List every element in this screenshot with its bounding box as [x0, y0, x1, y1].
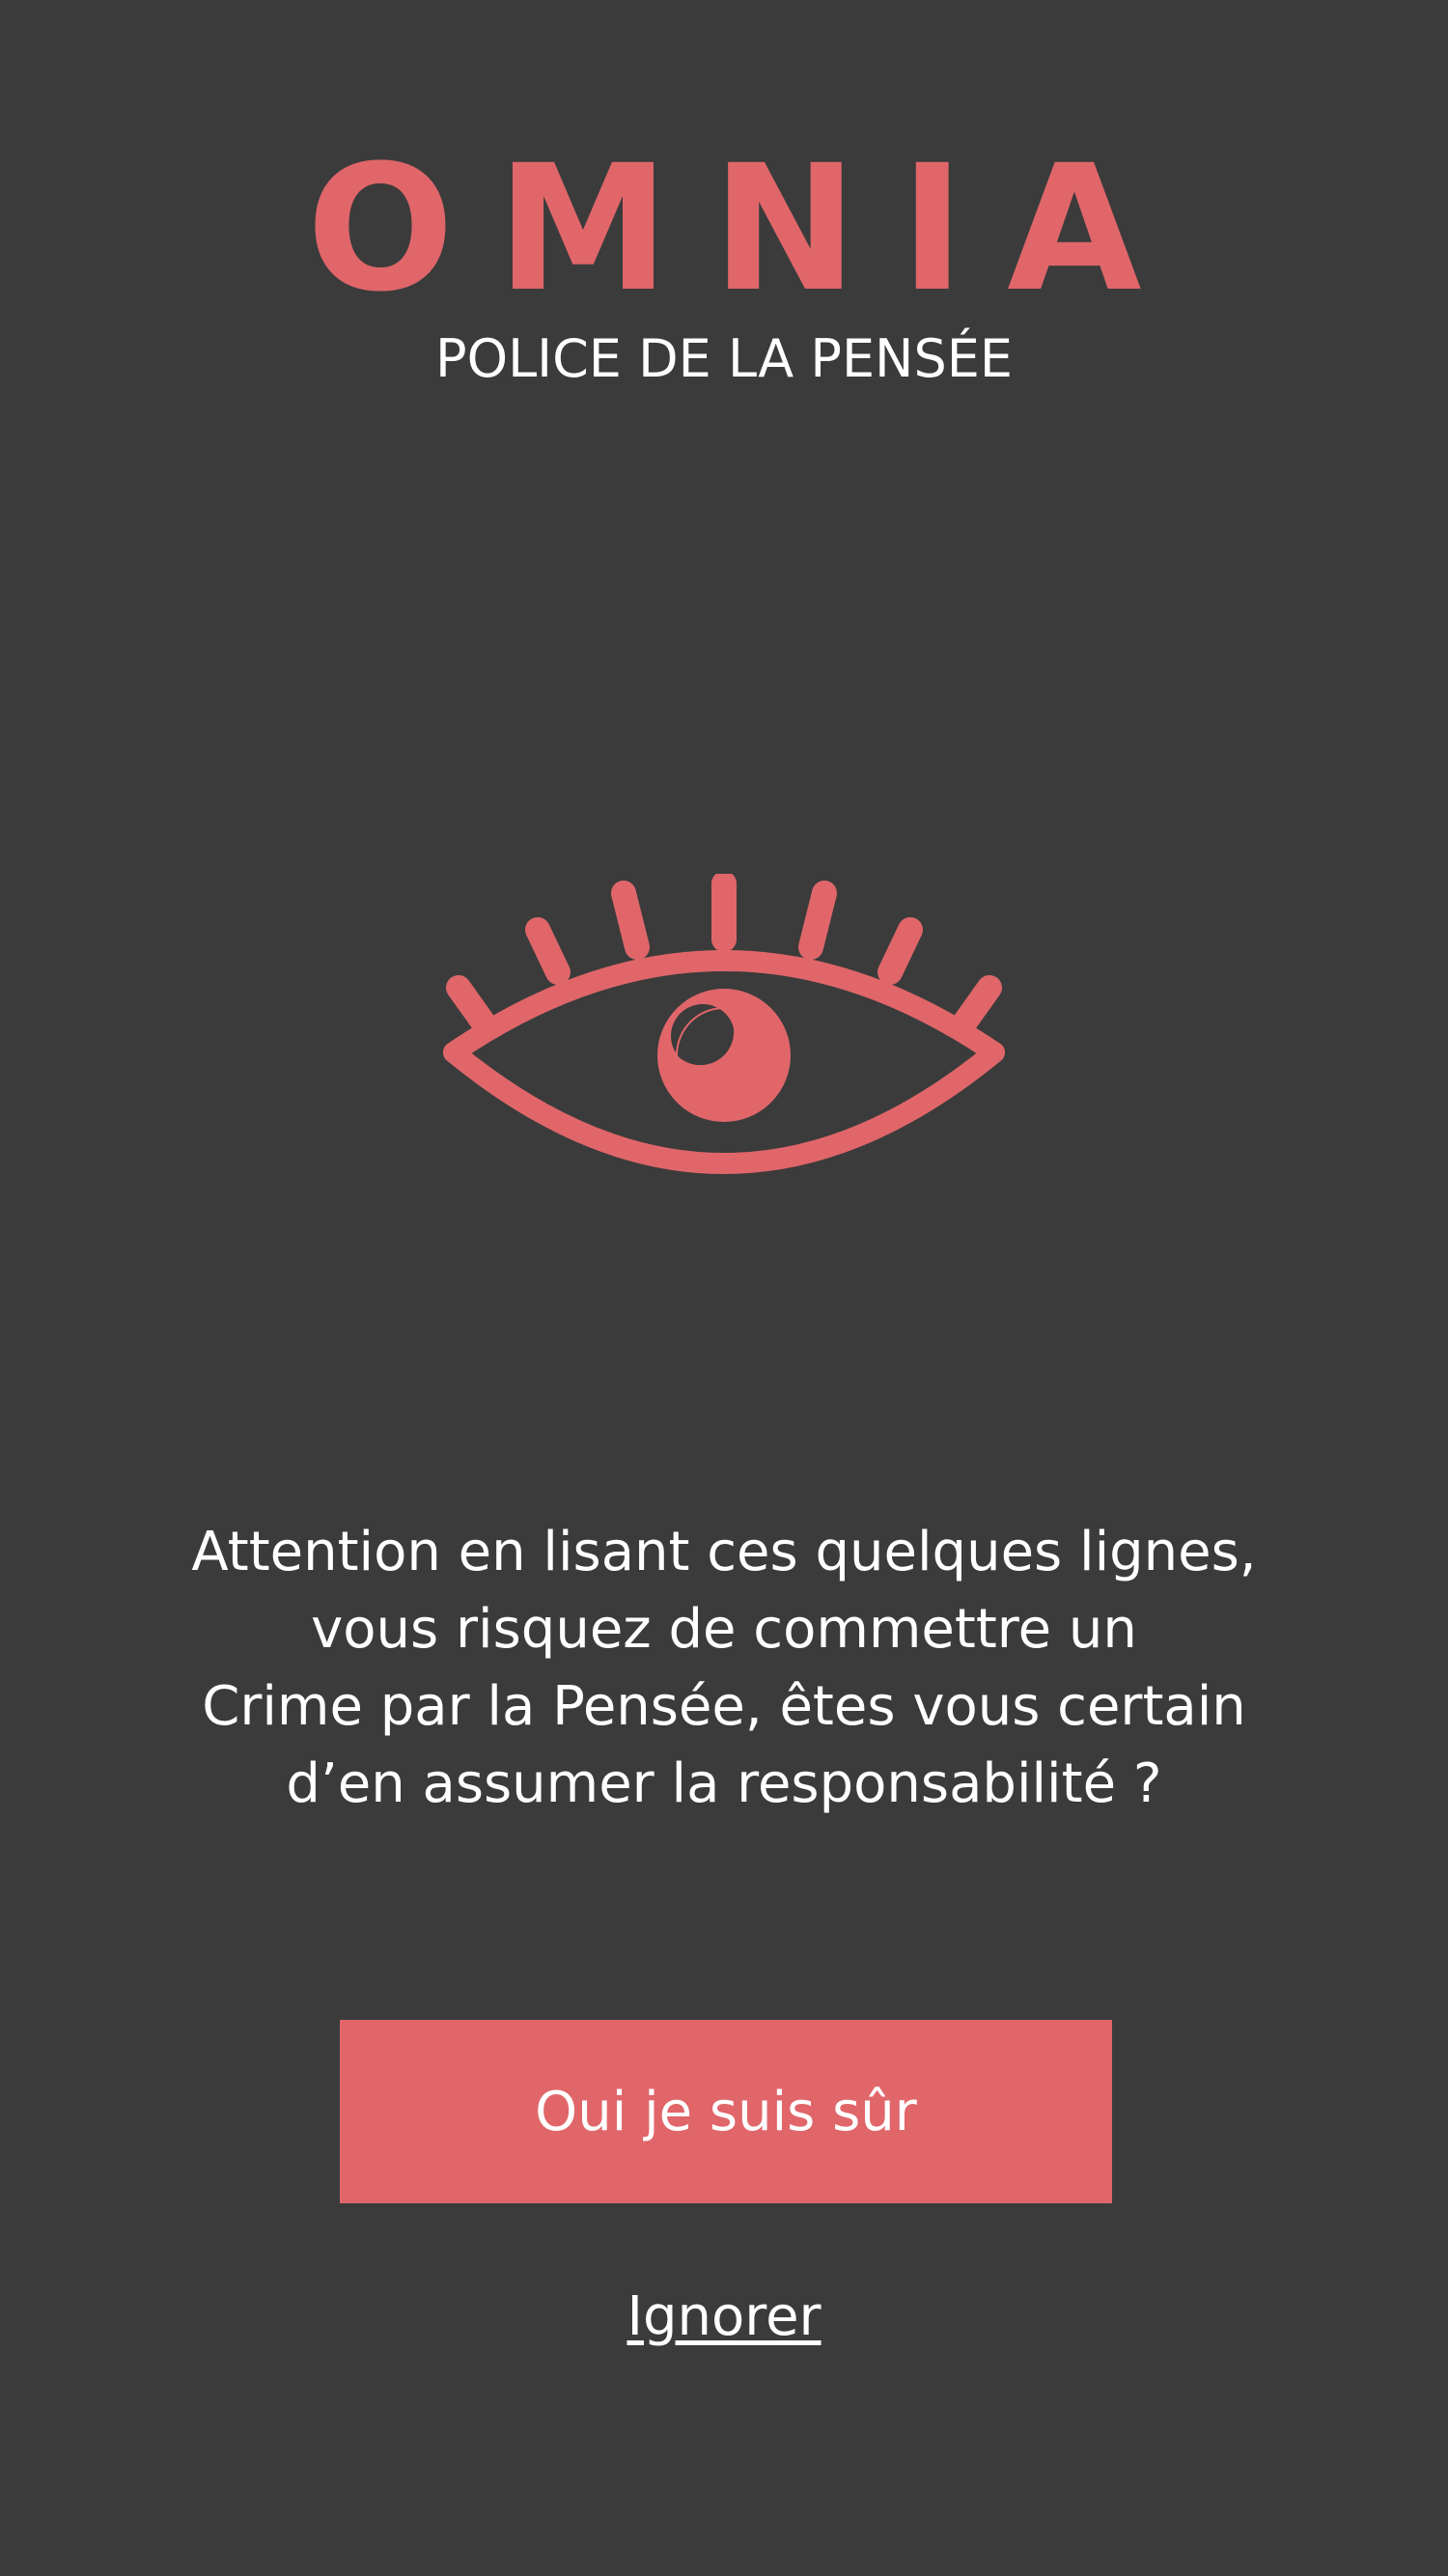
app-title: OMNIA [306, 128, 1184, 330]
warning-screen: OMNIA POLICE DE LA PENSÉE Attention en l [0, 0, 1448, 2576]
ignore-link[interactable]: Ignorer [627, 2285, 821, 2348]
ignore-link-container: Ignorer [0, 2279, 1448, 2356]
warning-message: Attention en lisant ces quelques lignes,… [97, 1514, 1351, 1823]
confirm-button[interactable]: Oui je suis sûr [340, 2020, 1112, 2203]
warning-line: Crime par la Pensée, êtes vous certain [202, 1675, 1246, 1738]
eye-icon [443, 874, 1005, 1174]
warning-line: vous risquez de commettre un [311, 1598, 1137, 1661]
app-subtitle: POLICE DE LA PENSÉE [435, 328, 1013, 389]
warning-line: Attention en lisant ces quelques lignes, [191, 1521, 1257, 1583]
warning-line: d’en assumer la responsabilité ? [286, 1752, 1162, 1815]
